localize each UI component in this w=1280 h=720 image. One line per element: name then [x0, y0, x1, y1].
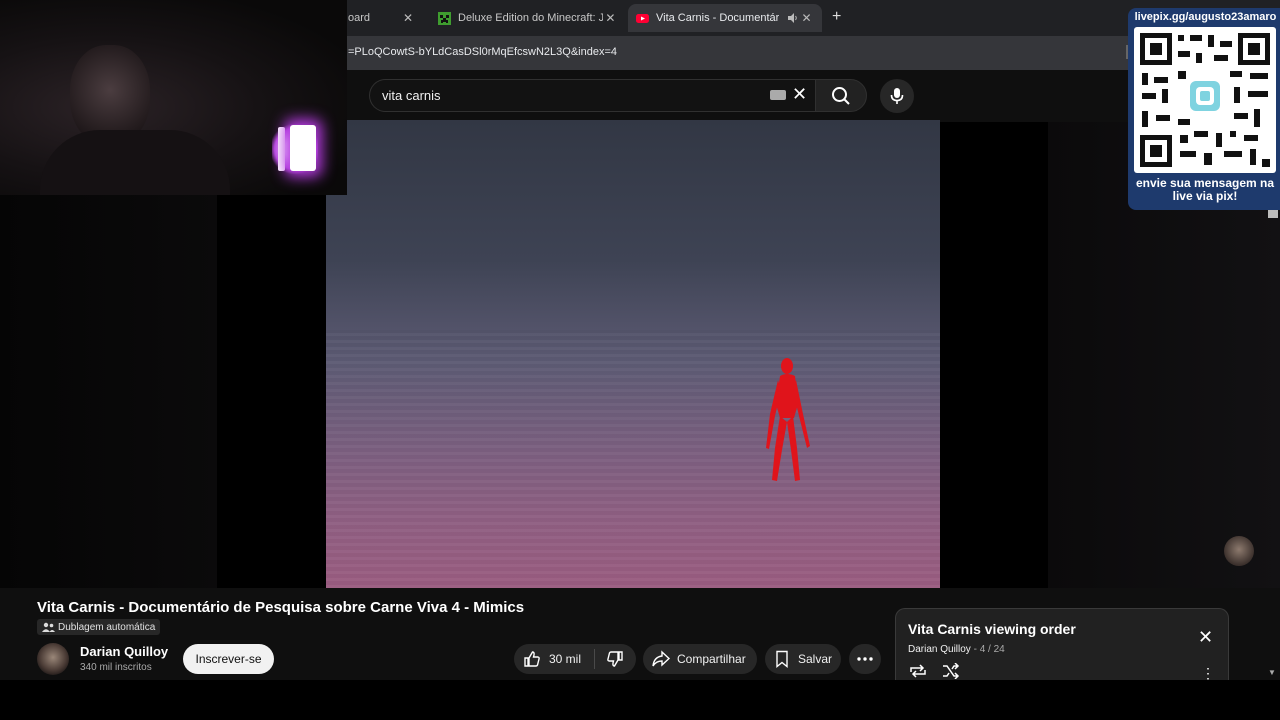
- new-tab-button[interactable]: +: [832, 8, 841, 26]
- keyboard-icon[interactable]: [770, 90, 786, 100]
- like-dislike-group: 30 mil: [514, 644, 636, 674]
- tab-minecraft[interactable]: Deluxe Edition do Minecraft: Ja ✕: [430, 4, 626, 32]
- tab-vita-carnis[interactable]: Vita Carnis - Documentário ✕: [628, 4, 822, 32]
- tab-close-icon[interactable]: ✕: [799, 11, 814, 25]
- dislike-button[interactable]: [595, 644, 635, 674]
- avatar[interactable]: [37, 643, 69, 675]
- voice-search-button[interactable]: [880, 79, 914, 113]
- channel-name[interactable]: Darian Quilloy: [80, 644, 168, 659]
- light-bar: [278, 127, 285, 171]
- scrollbar-thumb[interactable]: [1268, 210, 1278, 218]
- playlist-close-icon[interactable]: ✕: [1198, 627, 1213, 648]
- letterbox-right: [940, 122, 1048, 588]
- url-text[interactable]: =PLoQCowtS-bYLdCasDSl0rMqEfcswN2L3Q&inde…: [348, 46, 617, 58]
- tab-title: Vita Carnis - Documentário: [656, 12, 780, 24]
- loop-icon[interactable]: [908, 663, 928, 679]
- youtube-icon: [636, 12, 649, 25]
- search-button[interactable]: [815, 79, 867, 112]
- more-horizontal-icon: [857, 657, 873, 661]
- microphone-icon: [890, 88, 904, 104]
- playlist-title[interactable]: Vita Carnis viewing order: [908, 621, 1076, 637]
- share-button[interactable]: Compartilhar: [643, 644, 757, 674]
- video-ground-texture: [326, 330, 940, 588]
- thumbs-up-icon: [524, 651, 540, 667]
- save-button[interactable]: Salvar: [765, 644, 841, 674]
- playlist-position: 4 / 24: [979, 644, 1005, 655]
- red-humanoid-figure: [766, 358, 810, 481]
- video-title: Vita Carnis - Documentário de Pesquisa s…: [37, 599, 525, 616]
- channel-watermark[interactable]: [1224, 536, 1254, 566]
- subscribe-button[interactable]: Inscrever-se: [183, 644, 274, 674]
- search-icon: [832, 86, 850, 105]
- tab-close-icon[interactable]: ✕: [603, 11, 618, 25]
- shuffle-icon[interactable]: [941, 663, 961, 679]
- tab-close-icon[interactable]: ✕: [400, 11, 416, 25]
- search-query[interactable]: vita carnis: [382, 88, 441, 103]
- clear-search-icon[interactable]: ✕: [792, 84, 807, 105]
- playlist-owner[interactable]: Darian Quilloy: [908, 644, 971, 655]
- scroll-down-arrow-icon[interactable]: ▼: [1268, 668, 1276, 677]
- bottom-black-bar: [0, 680, 1280, 720]
- livepix-url: livepix.gg/augusto23amaro: [1134, 11, 1277, 23]
- livepix-message: envie sua mensagem na live via pix!: [1135, 176, 1275, 203]
- light-bar: [290, 125, 316, 171]
- tab-title: Deluxe Edition do Minecraft: Ja: [458, 12, 603, 24]
- playlist-separator: -: [970, 644, 980, 655]
- more-actions-button[interactable]: [849, 644, 881, 674]
- minecraft-icon: [438, 11, 451, 25]
- share-icon: [652, 650, 671, 667]
- dub-label: Dublagem automática: [58, 621, 156, 633]
- qr-code-icon: [1134, 27, 1276, 173]
- like-button[interactable]: 30 mil: [514, 644, 594, 674]
- streamer-body: [40, 130, 230, 195]
- playlist-meta: Darian Quilloy - 4 / 24: [908, 644, 1005, 655]
- bookmark-icon: [776, 650, 788, 668]
- dub-badge: Dublagem automática: [37, 619, 161, 635]
- people-icon: [42, 622, 55, 632]
- save-label: Salvar: [798, 652, 833, 666]
- tab-title: oard: [348, 12, 371, 24]
- speaker-icon[interactable]: [787, 12, 799, 24]
- tab-dashboard[interactable]: oard ✕: [340, 4, 424, 32]
- thumbs-down-icon: [607, 651, 623, 667]
- share-label: Compartilhar: [677, 652, 746, 666]
- subscriber-count: 340 mil inscritos: [80, 662, 152, 673]
- like-count: 30 mil: [549, 652, 582, 666]
